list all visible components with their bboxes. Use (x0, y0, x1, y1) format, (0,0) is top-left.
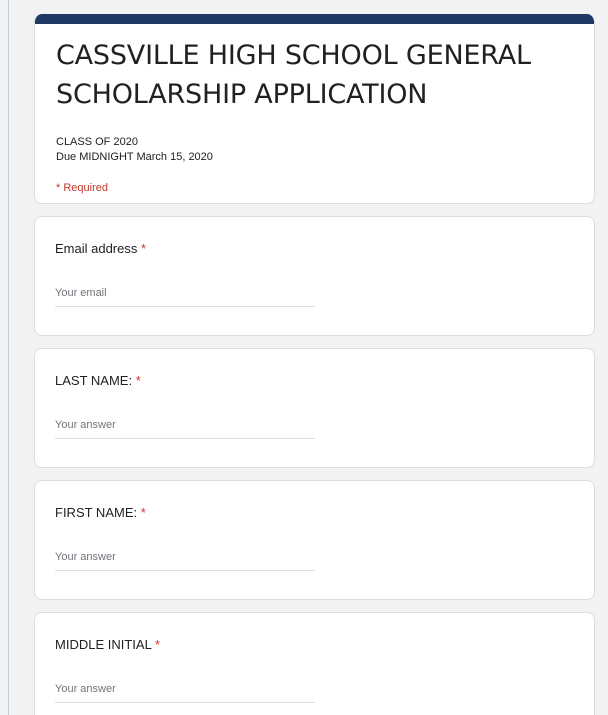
email-field-placeholder: Your email (55, 287, 107, 299)
required-asterisk: * (141, 241, 147, 256)
question-label-text: MIDDLE INITIAL (55, 637, 152, 652)
required-asterisk: * (135, 373, 141, 388)
question-first-name: FIRST NAME: * Your answer (34, 480, 595, 600)
required-asterisk: * (154, 637, 161, 652)
form-accent-bar (35, 14, 594, 24)
first-name-field-placeholder: Your answer (55, 551, 116, 563)
email-field[interactable]: Your email (55, 283, 315, 307)
required-note: * Required (56, 182, 108, 194)
question-label-text: Email address (55, 241, 138, 256)
question-last-name: LAST NAME: * Your answer (34, 348, 595, 468)
form-description-due: Due MIDNIGHT March 15, 2020 (56, 151, 213, 163)
question-email: Email address * Your email (34, 216, 595, 336)
first-name-field[interactable]: Your answer (55, 547, 315, 571)
question-label: FIRST NAME: * (55, 505, 146, 520)
form-title: CASSVILLE HIGH SCHOOL GENERAL SCHOLARSHI… (56, 40, 531, 110)
question-label-text: LAST NAME: (55, 373, 133, 388)
question-label-text: FIRST NAME: (55, 505, 138, 520)
question-label: MIDDLE INITIAL * (55, 637, 160, 652)
last-name-field-placeholder: Your answer (55, 419, 116, 431)
form-description-class: CLASS OF 2020 (56, 136, 138, 148)
last-name-field[interactable]: Your answer (55, 415, 315, 439)
form-header-card: CASSVILLE HIGH SCHOOL GENERAL SCHOLARSHI… (34, 14, 595, 204)
question-label: LAST NAME: * (55, 373, 141, 388)
question-middle-initial: MIDDLE INITIAL * Your answer (34, 612, 595, 715)
middle-initial-field-placeholder: Your answer (55, 683, 116, 695)
question-label: Email address * (55, 241, 146, 256)
page-left-border (8, 0, 9, 715)
middle-initial-field[interactable]: Your answer (55, 679, 315, 703)
required-asterisk: * (140, 505, 146, 520)
